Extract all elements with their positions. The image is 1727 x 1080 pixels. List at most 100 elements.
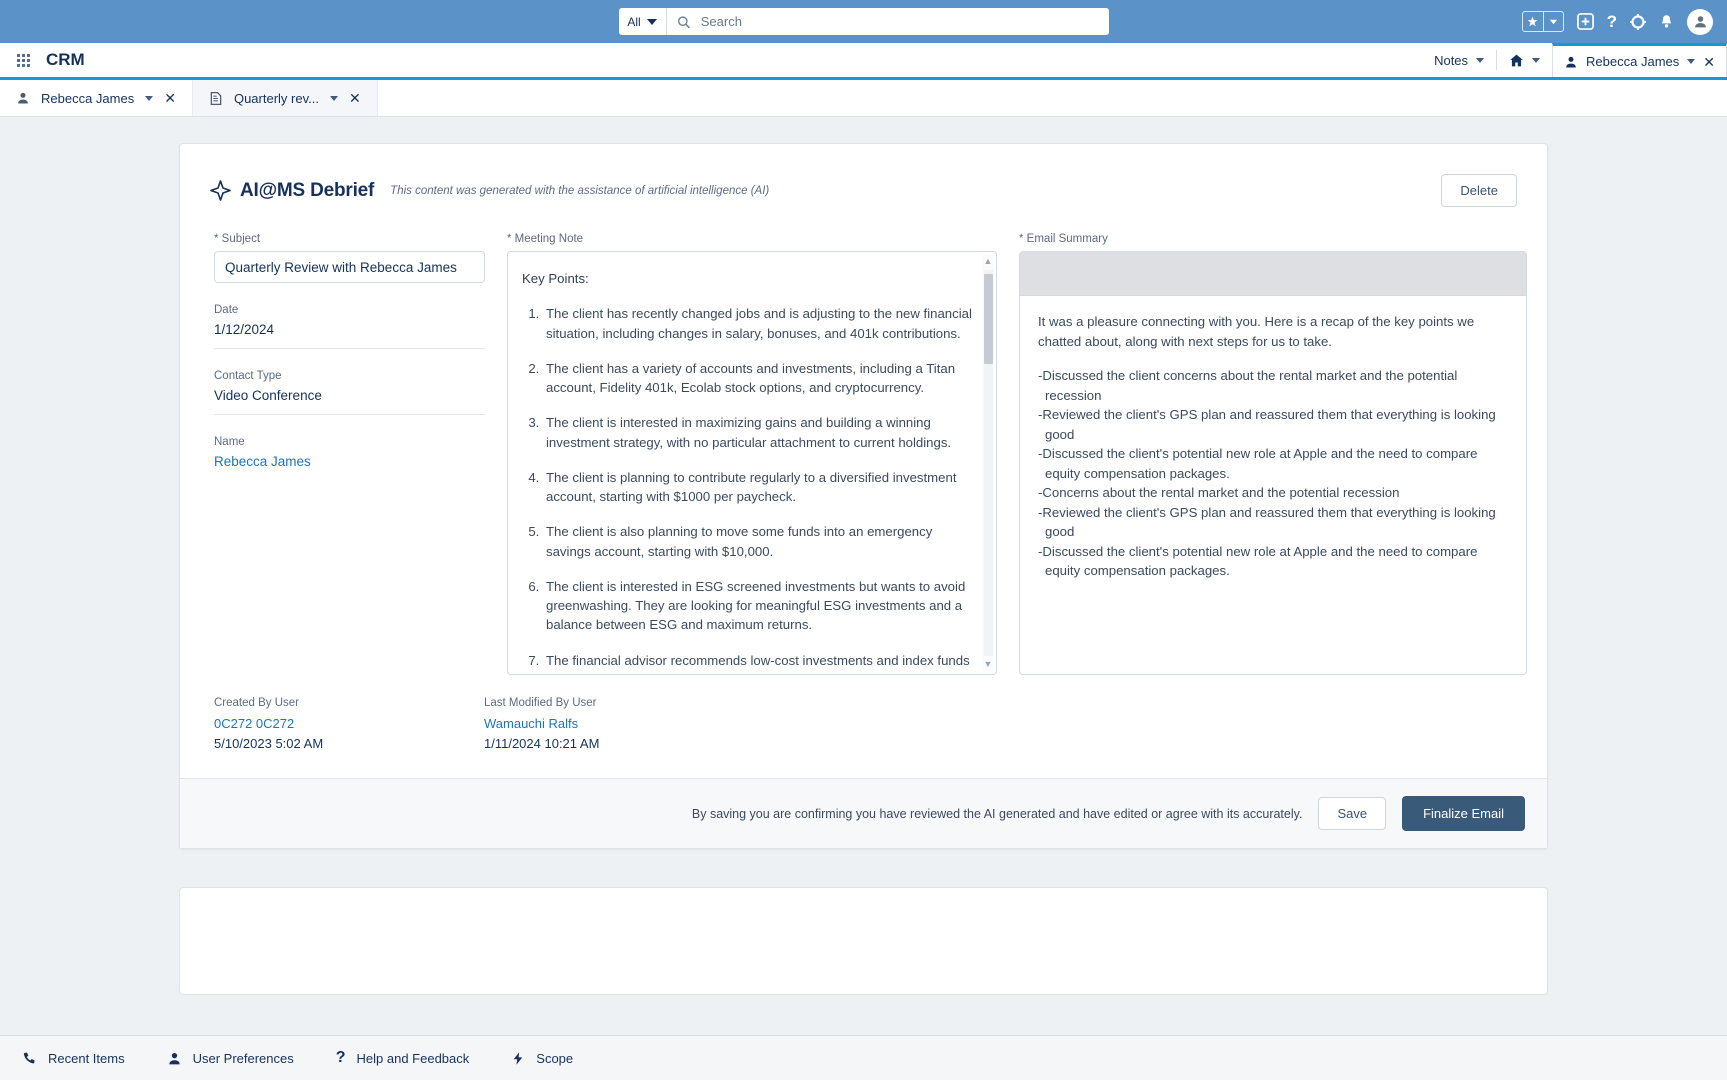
close-icon[interactable]: ✕ [349, 91, 361, 105]
email-summary-column: * Email Summary It was a pleasure connec… [1019, 233, 1527, 675]
email-bullet-item: -Reviewed the client's GPS plan and reas… [1038, 405, 1508, 444]
global-header: All ? [0, 0, 1727, 43]
scrollbar-thumb[interactable] [984, 274, 993, 364]
email-bullet-item: -Discussed the client's potential new ro… [1038, 542, 1508, 581]
meeting-note-heading: Key Points: [522, 269, 974, 288]
name-field: Name Rebecca James [214, 436, 485, 480]
app-launcher-icon [17, 54, 30, 67]
email-bullet-text: Discussed the client concerns about the … [1042, 368, 1457, 403]
page-content: AI@MS Debrief This content was generated… [0, 117, 1727, 1035]
setup-gear-icon[interactable] [1630, 14, 1646, 30]
meeting-note-item: The client has recently changed jobs and… [543, 304, 974, 343]
modified-by-user-link[interactable]: Wamauchi Ralfs [484, 714, 904, 734]
question-icon: ? [336, 1050, 346, 1066]
page-title: AI@MS Debrief [240, 180, 374, 202]
note-icon [209, 91, 223, 106]
meeting-note-item: The client is interested in maximizing g… [543, 413, 974, 452]
modified-by-date: 1/11/2024 10:21 AM [484, 734, 904, 754]
nav-item-notes[interactable]: Notes [1422, 43, 1496, 77]
email-bullet-list: -Discussed the client concerns about the… [1038, 366, 1508, 581]
meeting-note-box[interactable]: Key Points: The client has recently chan… [507, 251, 997, 675]
meeting-note-item: The financial advisor recommends low-cos… [543, 651, 974, 674]
email-bullet-item: -Reviewed the client's GPS plan and reas… [1038, 503, 1508, 542]
search-box[interactable] [667, 8, 1109, 35]
email-bullet-text: Discussed the client's potential new rol… [1042, 544, 1477, 579]
utility-item-recent-items[interactable]: Recent Items [22, 1051, 125, 1066]
card-header: AI@MS Debrief This content was generated… [180, 144, 1547, 233]
close-icon[interactable]: ✕ [164, 91, 176, 105]
scroll-up-icon[interactable]: ▲ [984, 255, 993, 268]
utility-item-help-and-feedback[interactable]: ? Help and Feedback [336, 1050, 470, 1066]
chevron-down-icon [1532, 58, 1540, 63]
sub-tab-label: Quarterly rev... [234, 91, 319, 106]
meeting-note-list: The client has recently changed jobs and… [522, 304, 974, 674]
subject-field: * Subject [214, 233, 485, 283]
search-scope-label: All [627, 15, 640, 29]
sub-tab-rebecca-james[interactable]: Rebecca James ✕ [0, 80, 193, 116]
home-icon [1509, 53, 1524, 68]
sub-tab-label: Rebecca James [41, 91, 134, 106]
subject-input[interactable] [214, 251, 485, 283]
meeting-note-item: The client is interested in ESG screened… [543, 577, 974, 635]
favorites-dropdown-icon[interactable] [1543, 12, 1563, 31]
contact-type-value: Video Conference [214, 388, 485, 403]
favorites-star-icon[interactable] [1523, 12, 1543, 31]
sub-tab-quarterly-review[interactable]: Quarterly rev... ✕ [193, 80, 378, 116]
utility-item-label: Recent Items [48, 1051, 125, 1066]
date-value: 1/12/2024 [214, 322, 485, 337]
scroll-down-icon[interactable]: ▼ [984, 658, 993, 671]
user-icon [167, 1051, 182, 1066]
email-summary-box[interactable]: It was a pleasure connecting with you. H… [1019, 251, 1527, 675]
user-avatar-icon[interactable] [1687, 9, 1713, 35]
chevron-down-icon[interactable] [145, 96, 153, 101]
card-action-footer: By saving you are confirming you have re… [180, 778, 1547, 848]
contact-icon [16, 91, 30, 105]
scrollbar-track[interactable] [984, 270, 993, 656]
chevron-down-icon[interactable] [1687, 59, 1695, 64]
favorites-group[interactable] [1522, 11, 1564, 32]
close-icon[interactable]: ✕ [1703, 55, 1715, 69]
search-icon [677, 15, 690, 29]
nav-tab-rebecca-james[interactable]: Rebecca James ✕ [1552, 43, 1727, 77]
created-by-user-link[interactable]: 0C272 0C272 [214, 714, 499, 734]
utility-item-user-preferences[interactable]: User Preferences [167, 1051, 294, 1066]
email-bullet-item: -Discussed the client concerns about the… [1038, 366, 1508, 405]
created-by-date: 5/10/2023 5:02 AM [214, 734, 499, 754]
help-icon[interactable]: ? [1607, 12, 1617, 32]
search-scope-select[interactable]: All [619, 8, 667, 35]
notifications-bell-icon[interactable] [1659, 14, 1674, 29]
chevron-down-icon [647, 19, 657, 25]
meeting-note-item: The client is planning to contribute reg… [543, 468, 974, 507]
email-bullet-item: -Concerns about the rental market and th… [1038, 483, 1508, 503]
meeting-note-column: * Meeting Note Key Points: The client ha… [507, 233, 997, 675]
record-metadata: Created By User 0C272 0C272 5/10/2023 5:… [180, 675, 1547, 778]
add-icon[interactable] [1577, 13, 1594, 30]
phone-icon [22, 1051, 37, 1066]
utility-item-scope[interactable]: Scope [511, 1051, 573, 1066]
save-button[interactable]: Save [1318, 797, 1386, 830]
secondary-empty-card [179, 887, 1548, 995]
nav-item-notes-label: Notes [1434, 53, 1468, 68]
meeting-note-item: The client has a variety of accounts and… [543, 359, 974, 398]
modified-by-block: Last Modified By User Wamauchi Ralfs 1/1… [484, 697, 904, 754]
email-bullet-text: Reviewed the client's GPS plan and reass… [1042, 407, 1495, 442]
global-search: All [619, 8, 1109, 35]
email-intro: It was a pleasure connecting with you. H… [1038, 312, 1508, 351]
finalize-email-button[interactable]: Finalize Email [1402, 796, 1525, 831]
utility-item-label: Scope [536, 1051, 573, 1066]
email-rich-text-toolbar[interactable] [1020, 252, 1526, 296]
delete-button[interactable]: Delete [1441, 174, 1517, 207]
meeting-note-content[interactable]: Key Points: The client has recently chan… [508, 252, 996, 674]
ai-debrief-card: AI@MS Debrief This content was generated… [179, 143, 1548, 849]
email-summary-content[interactable]: It was a pleasure connecting with you. H… [1020, 296, 1526, 597]
sparkle-icon [210, 180, 231, 201]
utility-item-label: Help and Feedback [357, 1051, 470, 1066]
contact-type-label: Contact Type [214, 370, 485, 382]
date-label: Date [214, 304, 485, 316]
app-launcher-button[interactable] [0, 54, 46, 67]
chevron-down-icon[interactable] [330, 96, 338, 101]
search-input[interactable] [699, 13, 1099, 30]
name-value-link[interactable]: Rebecca James [214, 454, 485, 469]
nav-item-home[interactable] [1497, 43, 1552, 77]
meeting-note-scrollbar[interactable]: ▲ ▼ [982, 255, 994, 671]
